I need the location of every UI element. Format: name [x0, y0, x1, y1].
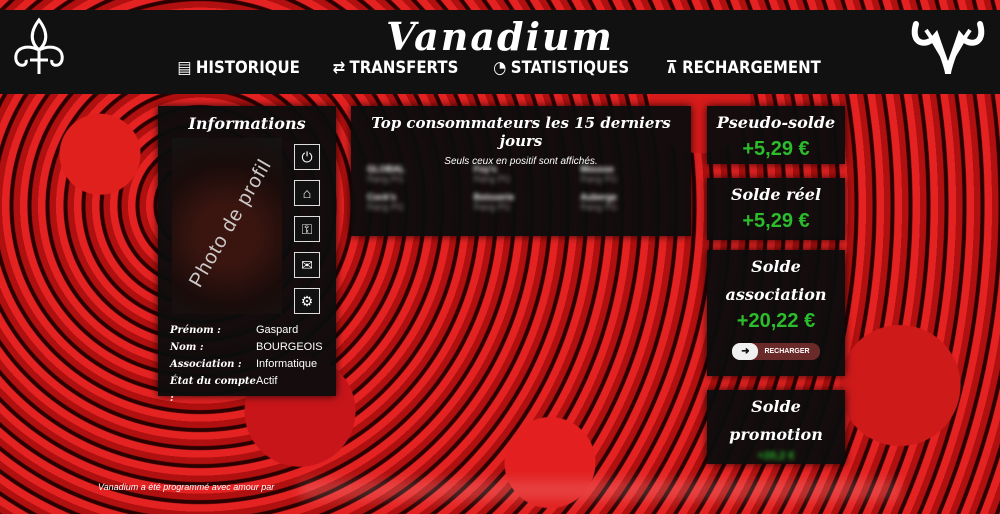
nav-historique-label: HISTORIQUE	[195, 58, 300, 78]
consumer-name: Mousse	[580, 164, 614, 174]
field-label: Nom :	[170, 342, 204, 353]
field-row-association: Association : Informatique	[170, 356, 323, 373]
nav-statistiques[interactable]: ◔ STATISTIQUES	[493, 58, 629, 78]
power-icon: ⏻	[301, 148, 313, 165]
list-item: GLOBAL Rang PG	[367, 164, 474, 184]
list-item: Cock's Rang PG	[367, 192, 474, 212]
messages-button[interactable]: ✉	[294, 252, 320, 278]
field-value: Informatique	[256, 358, 318, 370]
field-value: Actif	[256, 375, 278, 387]
consumer-rank: Rang PG	[367, 174, 405, 184]
list-item: Boisserie Rang PG	[474, 192, 581, 212]
field-value: BOURGEOIS	[256, 341, 323, 353]
field-label: Association :	[170, 359, 242, 370]
arrow-right-icon: ➜	[732, 343, 759, 360]
top-consumers-title: Top consommateurs les 15 derniers jours	[371, 114, 671, 150]
pseudo-solde-title: Pseudo-solde	[716, 113, 836, 132]
footer-credit: Vanadium a été programmé avec amour par	[98, 482, 275, 492]
main-nav: ▤ HISTORIQUE ⇄ TRANSFERTS ◔ STATISTIQUES…	[0, 58, 1000, 78]
list-item: Auberge Rang PG	[580, 192, 687, 212]
consumer-name: Foy's	[473, 164, 497, 174]
list-item: Mousse Rang PG	[580, 164, 687, 184]
logout-button[interactable]: ⏻	[294, 144, 320, 170]
solde-association-amount: +20,22 €	[736, 310, 816, 332]
recharger-label: RECHARGER	[764, 348, 810, 355]
consumer-rank: Rang PG	[473, 174, 511, 184]
top-header: Vanadium ▤ HISTORIQUE ⇄ TRANSFERTS ◔ STA…	[0, 10, 1000, 94]
recharge-caret-icon: ⊼	[665, 58, 678, 78]
pseudo-solde-amount: +5,29 €	[742, 138, 810, 160]
field-value: Gaspard	[256, 324, 299, 336]
profile-actions: ⏻ ⌂ ⚿ ✉ ⚙	[294, 144, 320, 324]
pie-chart-icon: ◔	[493, 58, 507, 78]
key-icon: ⚿	[301, 220, 313, 237]
field-row-prenom: Prénom : Gaspard	[170, 322, 323, 339]
consumer-name: Cock's	[367, 192, 397, 202]
consumer-rank: Rang PG	[580, 202, 618, 212]
solde-promotion-amount: +20,2 €	[757, 450, 795, 462]
field-label: Prénom :	[170, 325, 221, 336]
solde-reel-amount: +5,29 €	[742, 210, 810, 232]
ornament-logo-icon[interactable]	[906, 14, 990, 80]
nav-statistiques-label: STATISTIQUES	[510, 58, 630, 78]
consumer-name: GLOBAL	[367, 164, 405, 174]
nav-rechargement-label: RECHARGEMENT	[681, 58, 821, 78]
field-row-nom: Nom : BOURGEOIS	[170, 339, 323, 356]
book-icon: ▤	[177, 58, 192, 78]
consumer-name: Boisserie	[473, 192, 515, 202]
password-button[interactable]: ⚿	[294, 216, 320, 242]
profile-photo[interactable]: Photo de profil	[172, 138, 282, 314]
nav-historique[interactable]: ▤ HISTORIQUE	[177, 58, 299, 78]
solde-association-title-line1: Solde	[751, 257, 801, 276]
solde-reel-title: Solde réel	[730, 185, 822, 204]
top-consumers-panel: Top consommateurs les 15 derniers jours …	[351, 106, 691, 236]
informations-panel: Informations Photo de profil ⏻ ⌂ ⚿ ✉ ⚙ P…	[158, 106, 336, 404]
footer-blurred-credits	[300, 480, 900, 500]
nav-transferts[interactable]: ⇄ TRANSFERTS	[333, 58, 459, 78]
recharger-button[interactable]: ➜ RECHARGER	[732, 343, 820, 360]
pseudo-solde-panel: Pseudo-solde +5,29 €	[707, 106, 845, 164]
settings-button[interactable]: ⚙	[294, 288, 320, 314]
envelope-icon: ✉	[301, 256, 313, 273]
field-row-etat: État du compte : Actif	[170, 373, 323, 404]
solde-association-panel: Solde association +20,22 € ➜ RECHARGER	[707, 250, 845, 376]
transfer-arrows-icon: ⇄	[333, 58, 346, 78]
consumer-rank: Rang PG	[367, 202, 405, 212]
consumer-name: Auberge	[580, 192, 617, 202]
nav-rechargement[interactable]: ⊼ RECHARGEMENT	[665, 58, 820, 78]
top-consumers-grid: GLOBAL Rang PG Foy's Rang PG Mousse Rang PG…	[367, 164, 687, 212]
profile-fields: Prénom : Gaspard Nom : BOURGEOIS Associa…	[170, 322, 323, 404]
informations-title: Informations	[188, 114, 306, 133]
profile-photo-placeholder: Photo de profil	[185, 155, 277, 292]
consumer-rank: Rang PG	[580, 174, 618, 184]
solde-reel-panel: Solde réel +5,29 €	[707, 178, 845, 240]
solde-promotion-panel: Solde promotion +20,2 €	[707, 390, 845, 464]
solde-promotion-title-line1: Solde	[751, 397, 801, 416]
gears-icon: ⚙	[300, 292, 314, 309]
home-icon: ⌂	[302, 185, 312, 201]
home-button[interactable]: ⌂	[294, 180, 320, 206]
brand-title: Vanadium	[386, 14, 614, 59]
solde-promotion-title-line2: promotion	[729, 425, 823, 444]
nav-transferts-label: TRANSFERTS	[350, 58, 459, 78]
list-item: Foy's Rang PG	[474, 164, 581, 184]
field-label: État du compte :	[170, 376, 256, 404]
consumer-rank: Rang PG	[473, 202, 511, 212]
solde-association-title-line2: association	[725, 285, 827, 304]
